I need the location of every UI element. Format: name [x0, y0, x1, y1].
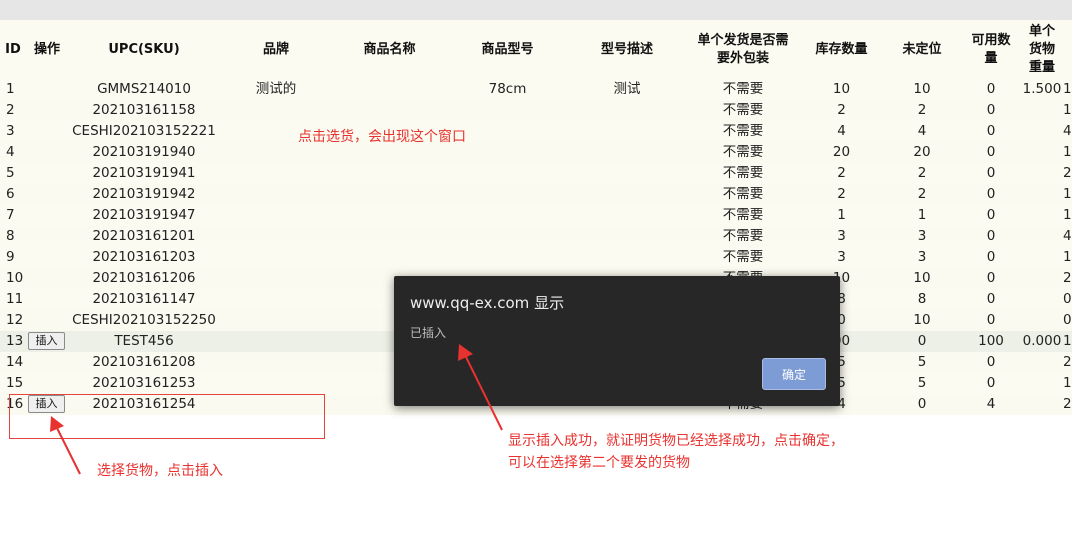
arrow-to-insert-button — [50, 416, 81, 475]
arrow-to-dialog-message — [458, 344, 503, 431]
annotation-arrows — [50, 344, 503, 475]
